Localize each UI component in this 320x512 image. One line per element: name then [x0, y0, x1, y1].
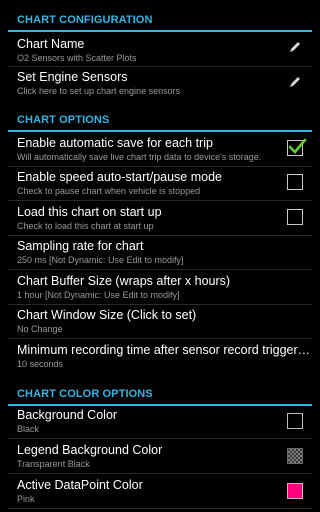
pref-title: Chart Buffer Size (wraps after x hours) — [17, 274, 231, 288]
pref-summary: 250 ms [Not Dynamic: Use Edit to modify] — [17, 255, 184, 265]
legend-background-color-swatch[interactable] — [287, 448, 303, 464]
pref-title: Active DataPoint Color — [17, 478, 143, 492]
pref-legend-background-color[interactable]: Legend Background Color Transparent Blac… — [0, 441, 320, 475]
pref-summary: 10 seconds — [17, 359, 64, 369]
pref-summary: Will automatically save live chart trip … — [17, 152, 262, 162]
pref-summary: Click here to set up chart engine sensor… — [17, 86, 181, 96]
speed-auto-checkbox[interactable] — [287, 174, 303, 190]
pref-buffer-size[interactable]: Chart Buffer Size (wraps after x hours) … — [0, 272, 320, 306]
pref-speed-auto-start[interactable]: Enable speed auto-start/pause mode Check… — [0, 168, 320, 202]
list-divider — [8, 473, 312, 474]
list-divider — [8, 166, 312, 167]
pref-min-recording-time[interactable]: Minimum recording time after sensor reco… — [0, 341, 320, 375]
list-divider — [8, 200, 312, 201]
pencil-icon — [290, 77, 300, 87]
list-divider — [8, 66, 312, 67]
list-divider — [8, 304, 312, 305]
load-on-start-checkbox[interactable] — [287, 209, 303, 225]
pref-chart-name[interactable]: Chart Name O2 Sensors with Scatter Plots — [0, 35, 320, 69]
section-divider — [8, 30, 312, 32]
pref-title: Background Color — [17, 408, 118, 422]
background-color-swatch[interactable] — [287, 413, 303, 429]
active-datapoint-color-swatch[interactable] — [287, 483, 303, 499]
pref-summary: Transparent Black — [17, 459, 90, 469]
checkmark-icon — [288, 138, 307, 154]
pencil-icon — [290, 42, 300, 52]
pref-title: Legend Background Color — [17, 443, 163, 457]
pref-title: Chart Window Size (Click to set) — [17, 308, 197, 322]
section-header-chart-configuration: CHART CONFIGURATION — [0, 12, 320, 32]
pref-title: Enable automatic save for each trip — [17, 136, 213, 150]
pref-title: Sampling rate for chart — [17, 239, 144, 253]
pref-active-datapoint-color[interactable]: Active DataPoint Color Pink — [0, 476, 320, 510]
pref-title: Load this chart on start up — [17, 205, 162, 219]
section-title: CHART OPTIONS — [17, 114, 110, 126]
pref-summary: 1 hour [Not Dynamic: Use Edit to modify] — [17, 290, 180, 300]
pref-title: Chart Name — [17, 37, 85, 51]
list-divider — [8, 508, 312, 509]
pref-window-size[interactable]: Chart Window Size (Click to set) No Chan… — [0, 306, 320, 340]
pref-auto-save[interactable]: Enable automatic save for each trip Will… — [0, 134, 320, 168]
auto-save-checkbox[interactable] — [287, 138, 307, 156]
pref-set-engine-sensors[interactable]: Set Engine Sensors Click here to set up … — [0, 68, 320, 102]
section-title: CHART CONFIGURATION — [17, 14, 153, 26]
section-title: CHART COLOR OPTIONS — [17, 388, 153, 400]
section-header-chart-options: CHART OPTIONS — [0, 112, 320, 132]
pref-summary: Check to pause chart when vehicle is sto… — [17, 186, 201, 196]
pref-summary: Black — [17, 424, 40, 434]
section-divider — [8, 130, 312, 132]
pref-title: Minimum recording time after sensor reco… — [17, 343, 313, 357]
pref-title: Enable speed auto-start/pause mode — [17, 170, 222, 184]
pref-summary: No Change — [17, 324, 63, 334]
pref-summary: Pink — [17, 494, 35, 504]
list-divider — [8, 235, 312, 236]
list-divider — [8, 338, 312, 339]
pref-summary: O2 Sensors with Scatter Plots — [17, 53, 137, 63]
section-header-chart-color-options: CHART COLOR OPTIONS — [0, 386, 320, 406]
list-divider — [8, 438, 312, 439]
pref-title: Set Engine Sensors — [17, 70, 128, 84]
pref-summary: Check to load this chart at start up — [17, 221, 154, 231]
pref-load-on-start[interactable]: Load this chart on start up Check to loa… — [0, 203, 320, 237]
pref-background-color[interactable]: Background Color Black — [0, 406, 320, 440]
list-divider — [8, 269, 312, 270]
pref-sampling-rate[interactable]: Sampling rate for chart 250 ms [Not Dyna… — [0, 237, 320, 271]
